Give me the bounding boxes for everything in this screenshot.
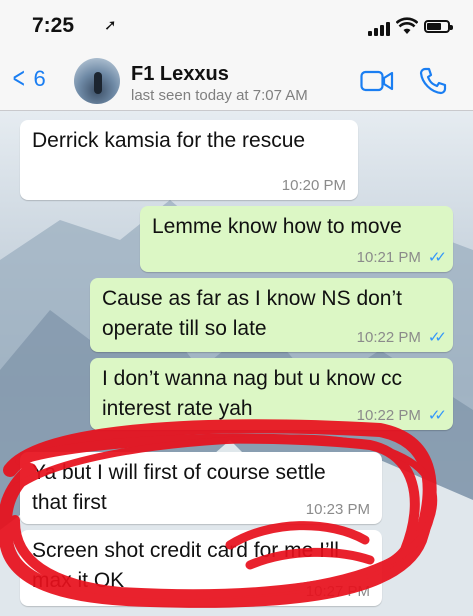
chat-header: 7:25 ➚ < 6 F1 Lexxus last seen today at … xyxy=(0,0,473,111)
message-bubble-outgoing[interactable]: I don’t wanna nag but u know cc interest… xyxy=(90,358,453,430)
signal-icon xyxy=(368,22,390,36)
phone-call-icon[interactable] xyxy=(418,66,448,96)
message-text: Derrick kamsia for the rescue xyxy=(32,129,306,152)
message-time: 10:22 PM xyxy=(356,406,421,424)
message-bubble-outgoing[interactable]: Lemme know how to move 10:21 PM ✓✓ xyxy=(140,206,453,272)
status-bar: 7:25 ➚ xyxy=(0,0,473,50)
message-text: Lemme know how to move xyxy=(152,215,402,238)
wifi-icon xyxy=(396,17,418,34)
avatar[interactable] xyxy=(74,58,120,104)
unread-count: 6 xyxy=(33,66,46,91)
battery-level xyxy=(427,23,441,30)
read-ticks-icon: ✓✓ xyxy=(427,329,447,346)
read-ticks-icon: ✓✓ xyxy=(427,249,447,266)
location-arrow-icon: ➚ xyxy=(104,17,117,34)
back-button[interactable]: < 6 xyxy=(10,62,46,95)
contact-name[interactable]: F1 Lexxus xyxy=(131,63,229,86)
message-time: 10:20 PM xyxy=(281,177,346,194)
message-time: 10:22 PM xyxy=(356,328,421,346)
message-bubble-incoming[interactable]: Ya but I will first of course settle tha… xyxy=(20,452,382,524)
message-bubble-incoming[interactable]: Derrick kamsia for the rescue 10:20 PM xyxy=(20,120,358,200)
read-ticks-icon: ✓✓ xyxy=(427,407,447,424)
message-time: 10:23 PM xyxy=(305,501,370,518)
message-bubble-incoming[interactable]: Screen shot credit card for me I’ll max … xyxy=(20,530,382,606)
message-bubble-outgoing[interactable]: Cause as far as I know NS don’t operate … xyxy=(90,278,453,352)
message-time: 10:21 PM xyxy=(356,248,421,266)
battery-icon xyxy=(424,20,453,33)
status-time: 7:25 xyxy=(32,14,75,37)
message-time: 10:27 PM xyxy=(305,583,370,600)
video-call-icon[interactable] xyxy=(360,70,394,92)
chat-area[interactable]: Derrick kamsia for the rescue 10:20 PM L… xyxy=(0,110,473,616)
back-chevron-icon: < xyxy=(12,62,25,95)
last-seen-status: last seen today at 7:07 AM xyxy=(131,87,308,104)
